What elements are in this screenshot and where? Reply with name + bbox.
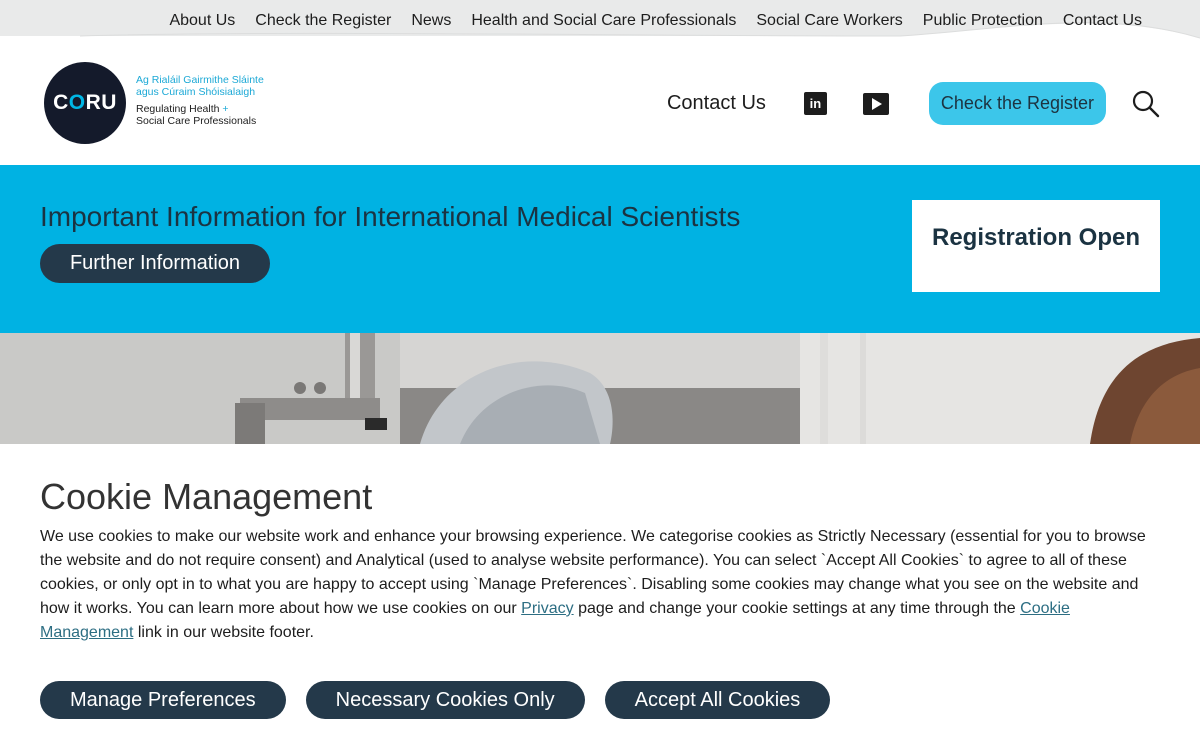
logo-mark-ru: RU (85, 91, 117, 114)
topnav-check-register[interactable]: Check the Register (255, 12, 391, 30)
cookie-management-panel: Cookie Management We use cookies to make… (0, 444, 1200, 750)
cookie-buttons: Manage Preferences Necessary Cookies Onl… (40, 681, 831, 719)
photo-microscope (0, 333, 400, 444)
cookie-description: We use cookies to make our website work … (40, 525, 1160, 645)
header-actions: Contact Us in Check the Register (667, 82, 1160, 125)
announcement-banner: Important Information for International … (0, 165, 1200, 333)
logo-mark: C O RU (44, 62, 126, 144)
registration-open-box[interactable]: Registration Open (912, 200, 1160, 292)
necessary-cookies-only-button[interactable]: Necessary Cookies Only (305, 681, 585, 719)
topnav-health-social-care-professionals[interactable]: Health and Social Care Professionals (471, 12, 736, 30)
logo-english-line-1: Regulating Health + (136, 103, 264, 115)
topnav-public-protection[interactable]: Public Protection (923, 12, 1043, 30)
top-utility-bar: About Us Check the Register News Health … (0, 0, 1200, 42)
manage-preferences-button[interactable]: Manage Preferences (40, 681, 286, 719)
coru-logo[interactable]: C O RU Ag Rialáil Gairmithe Sláinte agus C… (44, 62, 284, 144)
topnav-about-us[interactable]: About Us (169, 12, 235, 30)
cookie-text-part-3: link in our website footer. (133, 624, 314, 641)
microscope-illustration (0, 333, 400, 444)
logo-plus: + (222, 103, 229, 115)
privacy-link[interactable]: Privacy (521, 600, 573, 617)
logo-irish-line-2: agus Cúraim Shóisialaigh (136, 86, 256, 98)
logo-english-text-1: Regulating Health (136, 103, 220, 115)
photo-lab-equipment (400, 333, 800, 444)
topnav-contact-us[interactable]: Contact Us (1063, 12, 1142, 30)
logo-mark-c: C (53, 91, 69, 114)
banner-title: Important Information for International … (40, 201, 741, 232)
logo-mark-o: O (68, 91, 86, 114)
photo-strip (0, 333, 1200, 444)
logo-english-line-2: Social Care Professionals (136, 115, 257, 127)
play-triangle (872, 97, 883, 110)
logo-text: Ag Rialáil Gairmithe Sláinte agus Cúraim… (136, 74, 264, 127)
logo-irish-line-1: Ag Rialáil Gairmithe Sláinte (136, 74, 264, 86)
cookie-title: Cookie Management (40, 476, 373, 517)
topnav-social-care-workers[interactable]: Social Care Workers (756, 12, 902, 30)
header-check-register-button[interactable]: Check the Register (928, 82, 1106, 125)
accept-all-cookies-button[interactable]: Accept All Cookies (604, 681, 831, 719)
search-icon[interactable] (1132, 90, 1160, 118)
person-illustration (800, 333, 1200, 444)
lab-equipment-illustration (400, 333, 800, 444)
registration-open-label: Registration Open (931, 224, 1141, 251)
linkedin-icon[interactable]: in (803, 92, 827, 115)
top-navigation: About Us Check the Register News Health … (169, 12, 1142, 30)
header-contact-link[interactable]: Contact Us (667, 92, 766, 115)
further-information-button[interactable]: Further Information (40, 244, 270, 283)
photo-person (800, 333, 1200, 444)
topnav-news[interactable]: News (411, 12, 451, 30)
cookie-text-part-2: page and change your cookie settings at … (573, 600, 1021, 617)
linkedin-glyph: in (809, 96, 822, 111)
youtube-icon[interactable] (862, 92, 889, 115)
site-header: C O RU Ag Rialáil Gairmithe Sláinte agus C… (0, 42, 1200, 165)
